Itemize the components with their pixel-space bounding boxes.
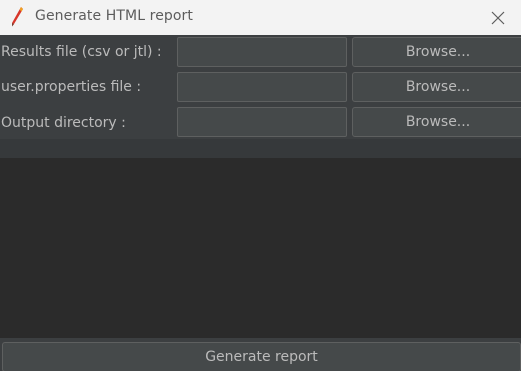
user-properties-input[interactable] xyxy=(177,72,347,102)
output-directory-label: Output directory : xyxy=(1,115,126,131)
output-directory-input[interactable] xyxy=(177,107,347,137)
output-directory-browse-button[interactable]: Browse... xyxy=(352,107,521,137)
form-divider xyxy=(0,139,521,158)
title-bar: Generate HTML report xyxy=(0,0,521,35)
output-log-area xyxy=(0,158,521,338)
user-properties-label: user.properties file : xyxy=(1,79,142,95)
window-title: Generate HTML report xyxy=(35,8,194,24)
close-icon xyxy=(491,11,505,24)
results-file-label: Results file (csv or jtl) : xyxy=(1,44,162,60)
results-file-browse-button[interactable]: Browse... xyxy=(352,37,521,67)
results-file-input[interactable] xyxy=(177,37,347,67)
generate-report-button[interactable]: Generate report xyxy=(2,342,521,371)
user-properties-browse-button[interactable]: Browse... xyxy=(352,72,521,102)
close-button[interactable] xyxy=(475,0,521,35)
feather-pen-icon xyxy=(12,7,23,27)
